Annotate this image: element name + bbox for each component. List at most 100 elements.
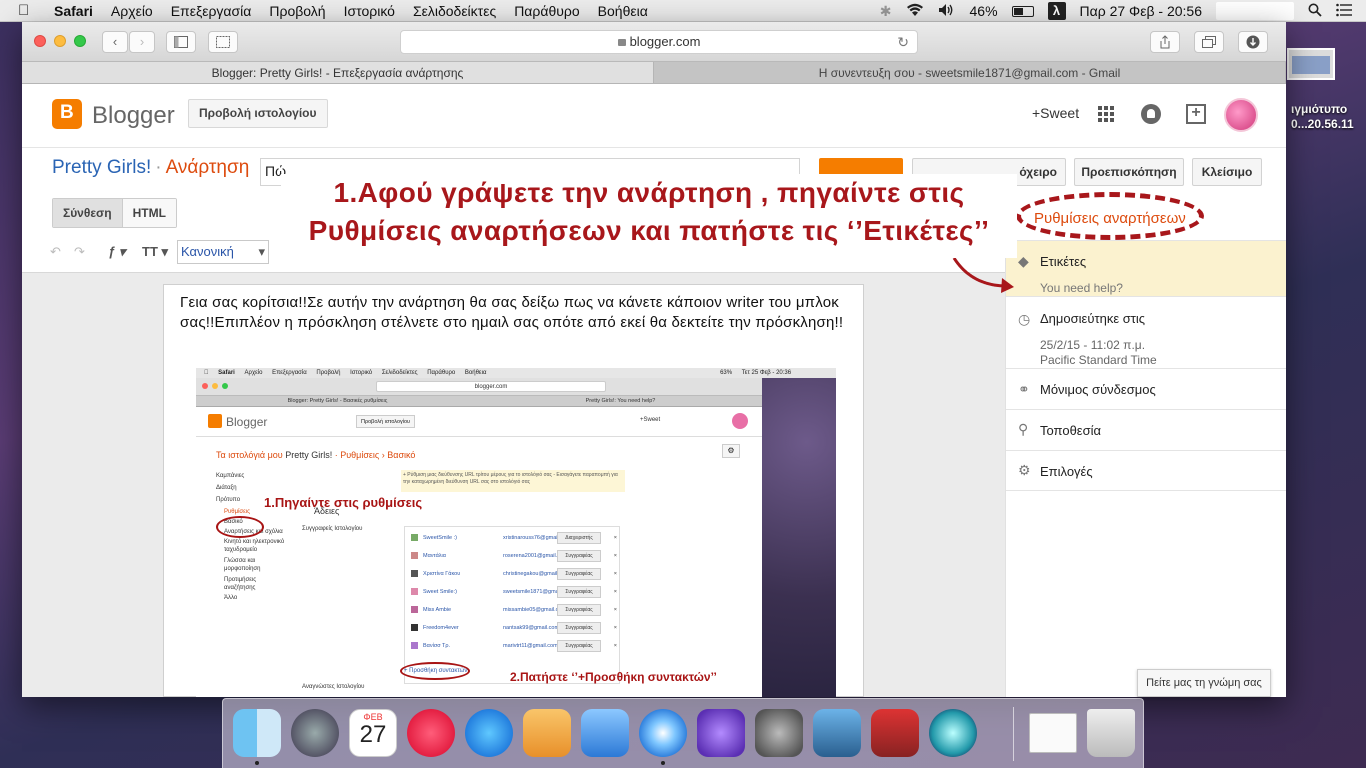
- embedded-crumb: Pretty Girls!: [285, 450, 333, 460]
- address-bar[interactable]: blogger.com ↻: [400, 30, 918, 54]
- apps-grid-icon[interactable]: [1098, 106, 1114, 122]
- google-plus-account-link[interactable]: +Sweet: [1032, 105, 1079, 121]
- desktop-screenshot-thumbnail[interactable]: [1287, 48, 1335, 80]
- dock: ΦΕΒ 27: [222, 698, 1144, 768]
- app-store-icon[interactable]: [465, 709, 513, 757]
- editor-canvas[interactable]: Γεια σας κορίτσια!!Σε αυτήν την ανάρτηση…: [163, 284, 864, 697]
- labels-setting[interactable]: ◆ Ετικέτες You need help?: [1006, 240, 1286, 296]
- menu-safari[interactable]: Safari: [54, 3, 93, 19]
- input-menu-icon[interactable]: λ: [1047, 2, 1066, 20]
- options-setting[interactable]: ⚙ Επιλογές: [1006, 450, 1286, 491]
- reload-icon[interactable]: ↻: [897, 31, 909, 53]
- tabs-overview-button[interactable]: [1194, 31, 1224, 53]
- tab-gmail[interactable]: Η συνεντευξη σου - sweetsmile1871@gmail.…: [654, 62, 1286, 83]
- photo-booth-icon[interactable]: [871, 709, 919, 757]
- compose-mode-button[interactable]: Σύνθεση: [53, 199, 123, 227]
- share-button[interactable]: [1150, 31, 1180, 53]
- imovie-icon[interactable]: [697, 709, 745, 757]
- battery-percent: 46%: [969, 3, 998, 19]
- embedded-menu-item: Προβολή: [310, 370, 340, 376]
- apple-icon[interactable]: : [18, 2, 38, 19]
- calendar-icon[interactable]: ΦΕΒ 27: [349, 709, 397, 757]
- launchpad-icon[interactable]: [291, 709, 339, 757]
- running-indicator: [255, 761, 259, 765]
- undo-icon[interactable]: ↶: [50, 244, 61, 260]
- menu-edit[interactable]: Επεξεργασία: [171, 3, 252, 19]
- menu-help[interactable]: Βοήθεια: [598, 3, 648, 19]
- menu-file[interactable]: Αρχείο: [111, 3, 153, 19]
- tab-bar: Blogger: Pretty Girls! - Επεξεργασία ανά…: [22, 62, 1286, 84]
- system-preferences-icon[interactable]: [755, 709, 803, 757]
- sidebar-button[interactable]: [166, 31, 196, 53]
- location-setting[interactable]: ⚲ Τοποθεσία: [1006, 409, 1286, 450]
- breadcrumb-separator: ·: [155, 157, 162, 178]
- back-button[interactable]: ‹: [102, 31, 128, 53]
- view-blog-button[interactable]: Προβολή ιστολογίου: [188, 99, 328, 128]
- permalink-setting[interactable]: ⚭ Μόνιμος σύνδεσμος: [1006, 368, 1286, 409]
- minimize-window-button[interactable]: [54, 35, 66, 47]
- desktop-file-label[interactable]: ιγμιότυπο 0...20.56.11: [1291, 102, 1354, 132]
- clock[interactable]: Παρ 27 Φεβ - 20:56: [1080, 3, 1202, 19]
- location-setting-label: Τοποθεσία: [1040, 423, 1102, 438]
- safari-icon[interactable]: [639, 709, 687, 757]
- reading-list-button[interactable]: [208, 31, 238, 53]
- forward-button[interactable]: ›: [129, 31, 155, 53]
- embedded-sidebar-item: Άλλο: [224, 595, 238, 601]
- wifi-icon[interactable]: [906, 3, 924, 20]
- avatar[interactable]: [1224, 98, 1258, 132]
- menu-history[interactable]: Ιστορικό: [344, 3, 395, 19]
- quicktime-icon[interactable]: [929, 709, 977, 757]
- compose-area: Σύνθεση HTML ↶ ↷ ƒ ▾ TT ▾ Κανονική B I U…: [22, 192, 1005, 697]
- downloads-stack-icon[interactable]: [1029, 713, 1077, 753]
- volume-icon[interactable]: [938, 3, 956, 20]
- embedded-authors-list: SweetSmile :) xristinarouss76@gmail.com Δι…: [404, 526, 620, 684]
- published-date: 25/2/15 - 11:02 π.μ.: [1040, 338, 1146, 352]
- menu-window[interactable]: Παράθυρο: [514, 3, 579, 19]
- battery-icon[interactable]: [1011, 5, 1034, 17]
- spotlight-field[interactable]: [1216, 2, 1294, 20]
- feedback-button[interactable]: Πείτε μας τη γνώμη σας: [1137, 669, 1271, 697]
- notification-center-icon[interactable]: [1336, 3, 1352, 20]
- blog-breadcrumb: Pretty Girls! · Ανάρτηση: [52, 157, 249, 179]
- embedded-screenshot-image[interactable]:  Safari Αρχείο Επεξεργασία Προβολή Ιστο…: [196, 368, 836, 697]
- close-window-button[interactable]: [34, 35, 46, 47]
- downloads-button[interactable]: [1238, 31, 1268, 53]
- published-setting[interactable]: ◷ Δημοσιεύτηκε στις 25/2/15 - 11:02 π.μ.…: [1006, 296, 1286, 372]
- post-body-text[interactable]: Γεια σας κορίτσια!!Σε αυτήν την ανάρτηση…: [180, 293, 850, 332]
- fullscreen-window-button[interactable]: [74, 35, 86, 47]
- pages-icon[interactable]: [523, 709, 571, 757]
- embedded-author-row: Miss Ambie missambie05@gmail.com Συγγραφέα…: [409, 601, 617, 619]
- close-editor-button[interactable]: Κλείσιμο: [1192, 158, 1262, 186]
- bluetooth-icon[interactable]: ✱: [880, 3, 892, 20]
- embedded-author-row: Μαντάλια roserena2001@gmail.com Συγγραφέας…: [409, 547, 617, 565]
- preview-button[interactable]: Προεπισκόπηση: [1074, 158, 1184, 186]
- blogger-brand[interactable]: Blogger: [92, 102, 175, 130]
- tab-blogger[interactable]: Blogger: Pretty Girls! - Επεξεργασία ανά…: [22, 62, 654, 83]
- spotlight-icon[interactable]: [1308, 3, 1322, 20]
- paragraph-style-select[interactable]: Κανονική: [177, 240, 269, 264]
- embedded-notice: + Ρύθμιση μιας διεύθυνσης URL τρίτου μέρ…: [401, 470, 625, 492]
- html-mode-button[interactable]: HTML: [122, 199, 176, 227]
- share-plus-icon[interactable]: +: [1186, 104, 1206, 124]
- redo-icon[interactable]: ↷: [74, 244, 85, 260]
- keynote-icon[interactable]: [581, 709, 629, 757]
- font-family-icon[interactable]: ƒ ▾: [108, 244, 125, 260]
- embedded-tabs: Blogger: Pretty Girls! - Βασικές ρυθμίσε…: [196, 396, 762, 407]
- embedded-gear-icon: ⚙: [722, 444, 740, 458]
- embedded-breadcrumb: Τα ιστολόγιά μου Pretty Girls! · Ρυθμίσε…: [216, 450, 416, 460]
- trash-icon[interactable]: [1087, 709, 1135, 757]
- notifications-bell-icon[interactable]: [1141, 104, 1161, 124]
- finder-icon[interactable]: [233, 709, 281, 757]
- embedded-avatar: [732, 413, 748, 429]
- safari-window: ‹ › blogger.com ↻ Blogger: Pretty Girls!…: [22, 22, 1286, 697]
- embedded-sidebar-item: Διάταξη: [216, 485, 237, 491]
- iphoto-icon[interactable]: [813, 709, 861, 757]
- itunes-icon[interactable]: [407, 709, 455, 757]
- embedded-battery: 63%: [713, 370, 732, 376]
- embedded-menu-item: Αρχείο: [238, 370, 263, 376]
- font-size-icon[interactable]: TT ▾: [142, 244, 168, 260]
- menu-bookmarks[interactable]: Σελιδοδείκτες: [413, 3, 496, 19]
- blogger-logo-icon[interactable]: [52, 99, 82, 129]
- menu-view[interactable]: Προβολή: [269, 3, 325, 19]
- blog-name-link[interactable]: Pretty Girls!: [52, 157, 151, 178]
